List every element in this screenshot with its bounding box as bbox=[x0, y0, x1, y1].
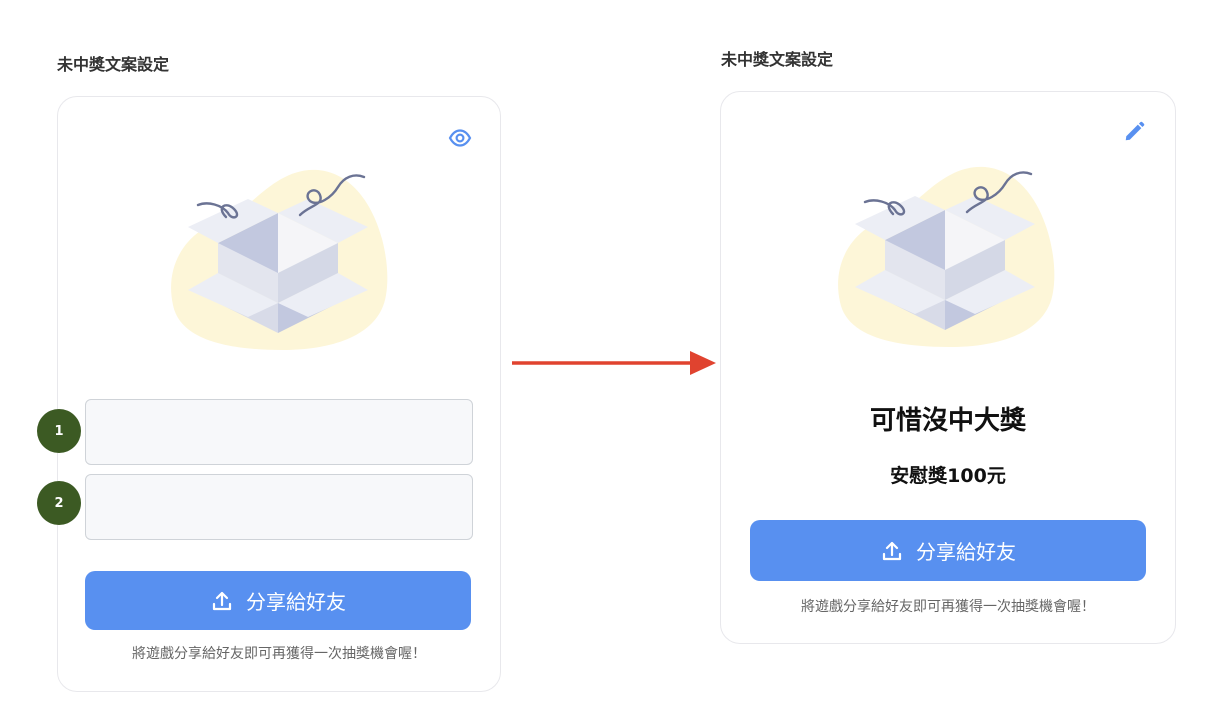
left-share-hint: 將遊戲分享給好友即可再獲得一次抽獎機會喔！ bbox=[132, 646, 426, 662]
right-section-title: 未中獎文案設定 bbox=[721, 50, 834, 69]
text-field-2[interactable] bbox=[85, 474, 473, 540]
upload-icon bbox=[882, 541, 902, 560]
left-share-button-label: 分享給好友 bbox=[246, 590, 346, 614]
left-share-button[interactable]: 分享給好友 bbox=[85, 571, 471, 630]
eye-icon[interactable] bbox=[448, 126, 472, 150]
gift-box-illustration bbox=[171, 169, 388, 350]
right-share-hint: 將遊戲分享給好友即可再獲得一次抽獎機會喔！ bbox=[801, 599, 1095, 615]
left-settings-card: 分享給好友 將遊戲分享給好友即可再獲得一次抽獎機會喔！ bbox=[57, 96, 501, 692]
arrow-right-icon bbox=[512, 351, 716, 375]
right-share-button-label: 分享給好友 bbox=[916, 540, 1016, 564]
pencil-icon[interactable] bbox=[1123, 121, 1145, 143]
text-field-1[interactable] bbox=[85, 399, 473, 465]
right-preview-card: 可惜沒中大獎 安慰獎100元 分享給好友 將遊戲分享給好友即可再獲得一次抽獎機會… bbox=[720, 91, 1176, 644]
right-share-button[interactable]: 分享給好友 bbox=[750, 520, 1146, 581]
result-subline: 安慰獎100元 bbox=[890, 465, 1006, 487]
result-headline: 可惜沒中大獎 bbox=[869, 406, 1026, 436]
upload-icon bbox=[212, 591, 232, 610]
left-section-title: 未中獎文案設定 bbox=[57, 55, 170, 74]
gift-box-illustration bbox=[838, 166, 1055, 347]
field-number-badge-1: 1 bbox=[37, 409, 81, 453]
field-number-badge-2: 2 bbox=[37, 481, 81, 525]
